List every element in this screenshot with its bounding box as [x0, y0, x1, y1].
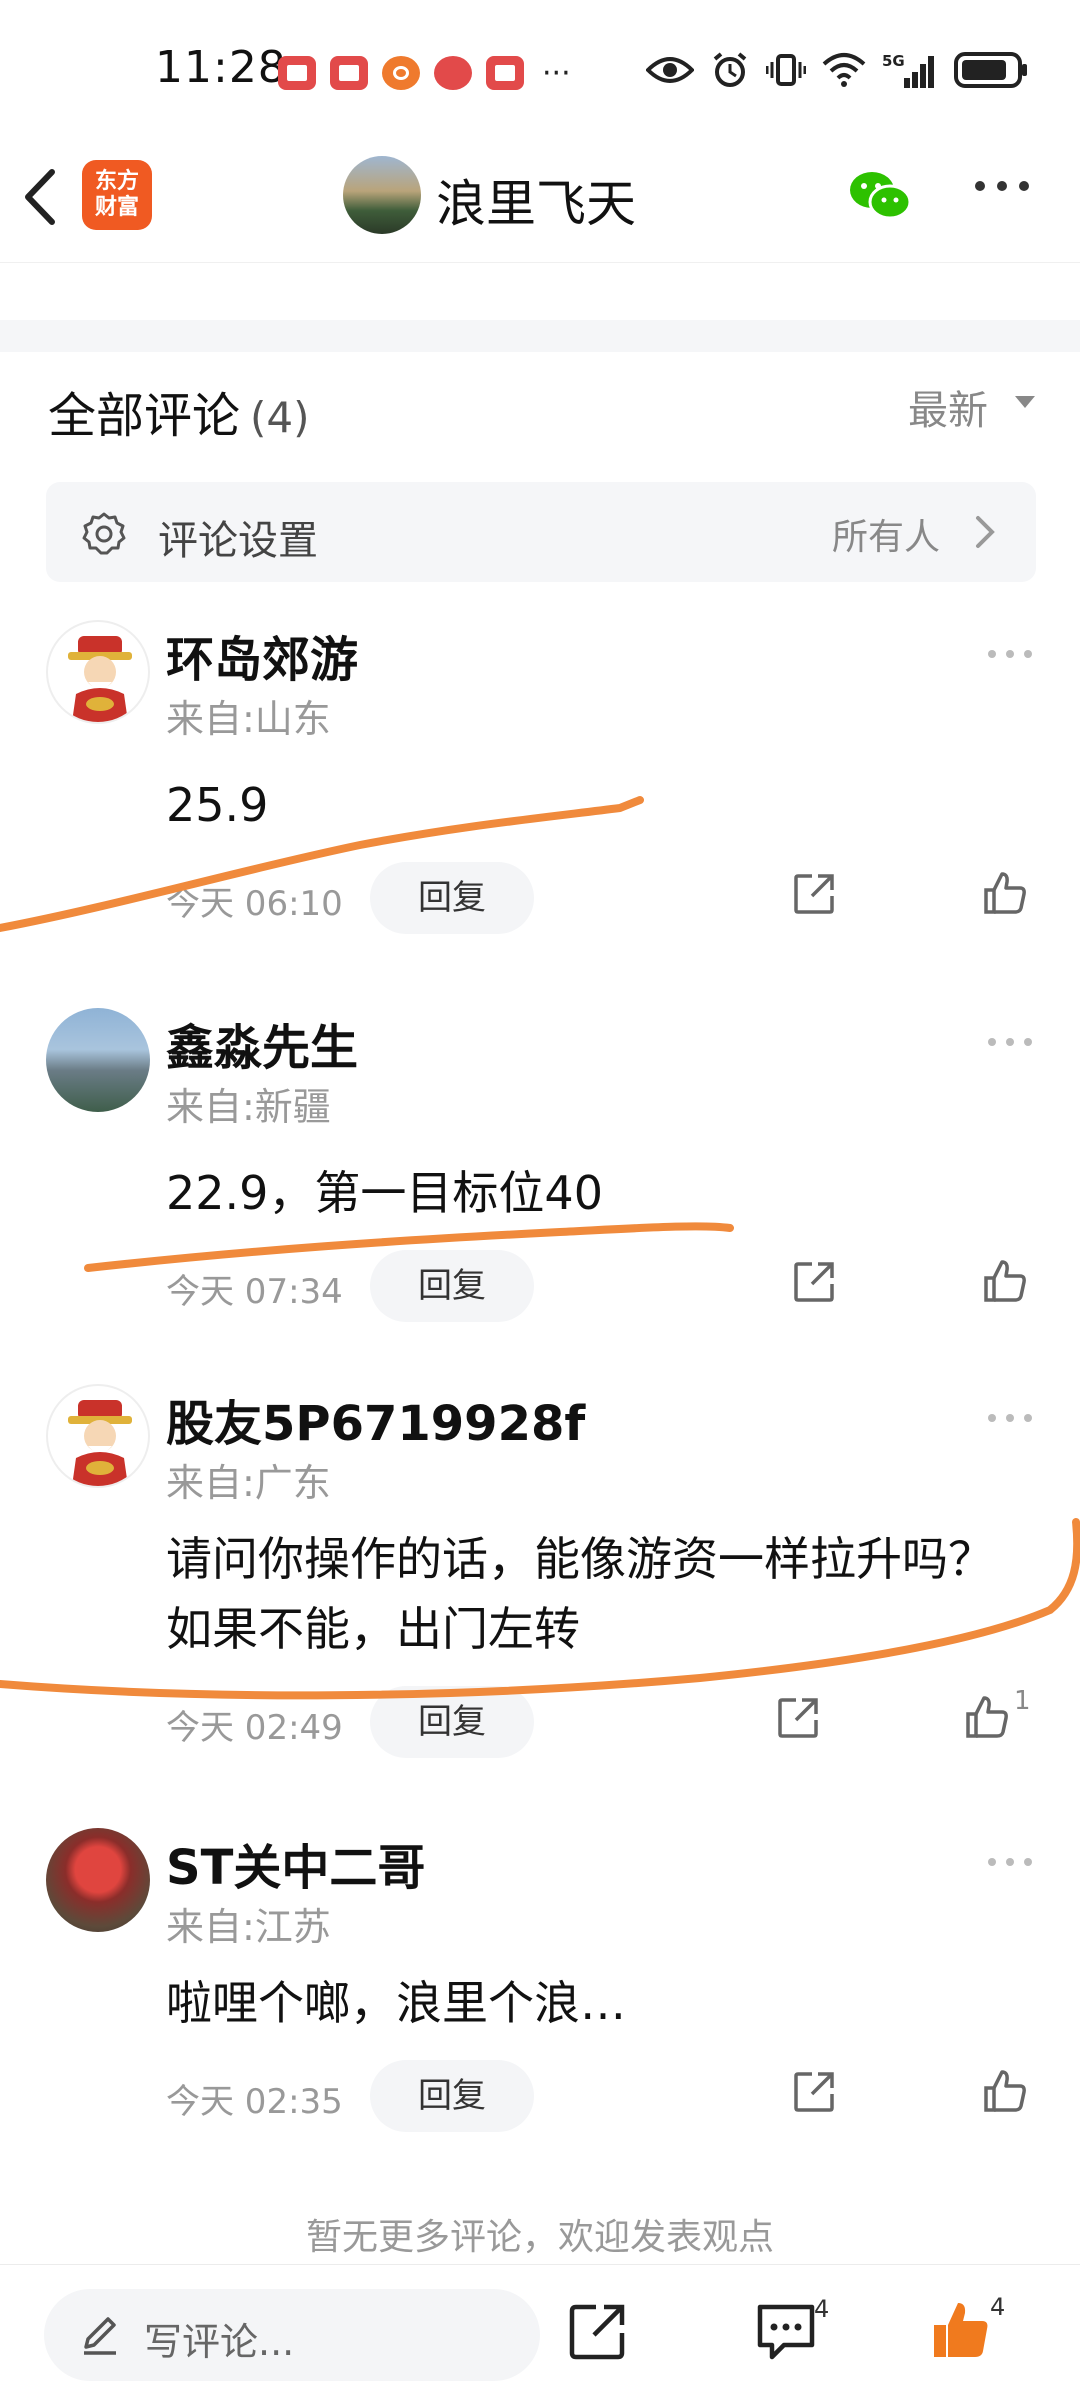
signal-5g-icon: 5G: [882, 52, 934, 88]
share-icon[interactable]: [792, 872, 836, 916]
comment-text: 22.9，第一目标位40: [166, 1166, 603, 1220]
more-options-icon[interactable]: [986, 1036, 1034, 1048]
pencil-icon: [84, 2317, 116, 2355]
clipped-article-text: [40, 240, 1040, 260]
fortune-god-avatar-icon: [68, 636, 132, 722]
chevron-left-icon: [25, 169, 55, 225]
svg-text:5G: 5G: [882, 52, 905, 70]
commenter-name[interactable]: ST关中二哥: [166, 1828, 425, 1898]
more-notifications: ···: [542, 55, 571, 91]
avatar[interactable]: [46, 620, 150, 724]
reply-button[interactable]: 回复: [370, 862, 534, 934]
comments-count: (4): [250, 393, 310, 442]
comment-text: 25.9: [166, 778, 269, 832]
thumbs-up-filled-icon[interactable]: [930, 2299, 992, 2361]
system-icons: 5G: [646, 50, 1030, 90]
comment-icon[interactable]: [756, 2301, 816, 2363]
video-icon: [382, 56, 420, 90]
thumbs-up-icon[interactable]: [982, 2068, 1028, 2114]
comment-count-badge: 4: [814, 2295, 830, 2323]
book-icon: [486, 56, 524, 90]
avatar[interactable]: [46, 1828, 150, 1932]
comment-text: 请问你操作的话，能像游资一样拉升吗？如果不能，出门左转: [166, 1532, 994, 1656]
like-count: 1: [1014, 1686, 1031, 1716]
caret-down-icon[interactable]: [1015, 396, 1035, 408]
no-more-comments-text: 暂无更多评论，欢迎发表观点: [305, 2217, 774, 2258]
more-options-icon[interactable]: [986, 1412, 1034, 1424]
comments-title: 全部评论 (4): [48, 388, 310, 444]
commenter-location: 来自:山东: [166, 697, 331, 741]
bottom-bar: 写评论... 4 4: [0, 2264, 1080, 2401]
reply-button[interactable]: 回复: [370, 2060, 534, 2132]
comment-time: 今天 06:10: [166, 884, 343, 924]
share-icon[interactable]: [776, 1696, 820, 1740]
commenter-location: 来自:广东: [166, 1461, 331, 1505]
notification-icons: ···: [278, 55, 571, 91]
more-options-icon[interactable]: [986, 1856, 1034, 1868]
more-options-icon[interactable]: [986, 648, 1034, 660]
settings-label: 评论设置: [158, 518, 318, 564]
thumbs-up-icon[interactable]: [982, 870, 1028, 916]
fortune-god-avatar-icon: [68, 1400, 132, 1486]
reply-button[interactable]: 回复: [370, 1250, 534, 1322]
avatar[interactable]: [46, 1008, 150, 1112]
commenter-name[interactable]: 股友5P6719928f: [166, 1384, 585, 1454]
share-icon[interactable]: [568, 2301, 628, 2361]
page-title[interactable]: 浪里飞天: [436, 164, 636, 236]
thumbs-up-icon[interactable]: [964, 1694, 1010, 1740]
commenter-location: 来自:江苏: [166, 1905, 331, 1949]
wechat-icon[interactable]: [848, 168, 912, 224]
wifi-icon: [822, 53, 866, 87]
record-icon: [434, 56, 472, 90]
alarm-icon: [713, 52, 747, 87]
back-button[interactable]: [20, 162, 80, 232]
share-icon[interactable]: [792, 1260, 836, 1304]
comment-time: 今天 02:49: [166, 1708, 343, 1748]
status-time: 11:28: [155, 42, 287, 93]
gear-icon: [82, 512, 126, 555]
like-count-badge: 4: [990, 2293, 1006, 2321]
more-options-icon[interactable]: [972, 176, 1032, 196]
battery-icon: [954, 52, 1027, 88]
comment-time: 今天 02:35: [166, 2082, 343, 2122]
write-comment-input[interactable]: 写评论...: [44, 2289, 540, 2381]
section-divider: [0, 320, 1080, 352]
author-avatar[interactable]: [343, 156, 421, 234]
comment-settings-bar[interactable]: 评论设置 所有人: [46, 482, 1036, 582]
comment-time: 今天 07:34: [166, 1272, 343, 1312]
book-icon: [330, 56, 368, 90]
share-icon[interactable]: [792, 2070, 836, 2114]
write-comment-placeholder: 写评论...: [144, 2320, 295, 2364]
sort-dropdown[interactable]: 最新: [908, 378, 988, 436]
vibrate-icon: [766, 54, 806, 86]
thumbs-up-icon[interactable]: [982, 1258, 1028, 1304]
avatar[interactable]: [46, 1384, 150, 1488]
status-bar: 11:28 ··· 5G: [0, 0, 1080, 140]
commenter-name[interactable]: 环岛郊游: [166, 620, 358, 690]
book-icon: [278, 56, 316, 90]
app-logo[interactable]: 东方 财富: [82, 160, 152, 230]
settings-value: 所有人: [832, 517, 941, 558]
commenter-name[interactable]: 鑫淼先生: [166, 1008, 358, 1078]
reply-button[interactable]: 回复: [370, 1686, 534, 1758]
eye-icon: [646, 57, 694, 83]
chevron-right-icon: [976, 516, 995, 548]
commenter-location: 来自:新疆: [166, 1085, 331, 1129]
comment-text: 啦哩个啷，浪里个浪…: [166, 1976, 626, 2030]
